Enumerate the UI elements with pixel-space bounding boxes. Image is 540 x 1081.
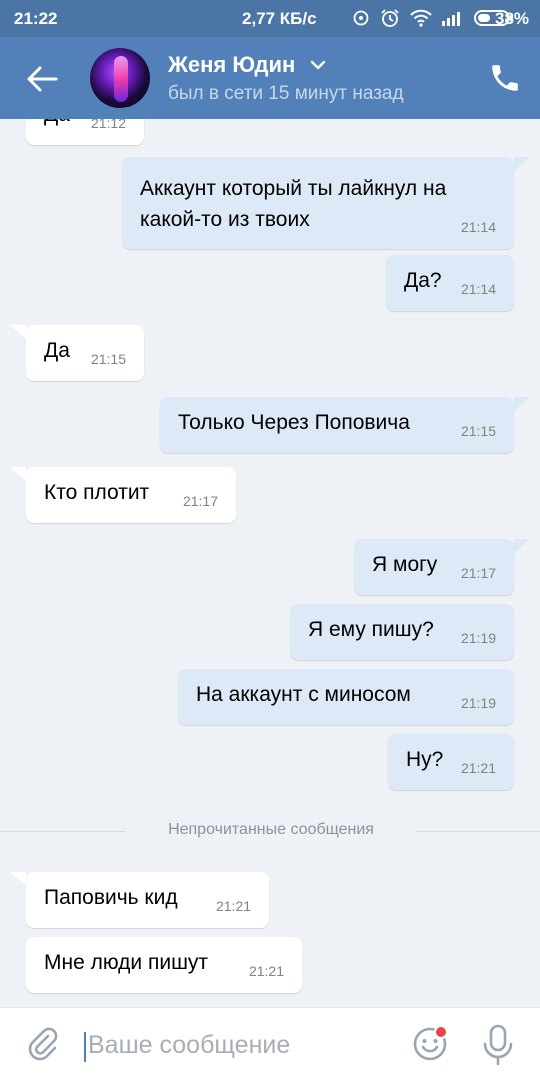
message-time: 21:14 — [460, 281, 496, 297]
message-time: 21:12 — [90, 119, 126, 131]
message-input[interactable]: Ваше сообщение — [88, 1031, 290, 1060]
message-text: Да — [44, 339, 70, 362]
text-cursor — [84, 1032, 86, 1062]
message-time: 21:19 — [460, 695, 496, 711]
message-incoming[interactable]: Кто плотит 21:17 — [26, 467, 236, 523]
message-incoming[interactable]: Паповичь кид 21:21 — [26, 872, 269, 928]
signal-icon — [442, 12, 460, 26]
composer-bar: Ваше сообщение — [0, 1007, 540, 1081]
presence-status: был в сети 15 минут назад — [168, 83, 404, 104]
message-time: 21:21 — [248, 963, 284, 979]
avatar[interactable] — [90, 48, 150, 108]
battery-percent: 38% — [495, 9, 530, 28]
unread-divider: Непрочитанные сообщения — [0, 819, 540, 843]
bubble-tail — [10, 325, 26, 339]
message-time: 21:19 — [460, 630, 496, 646]
bubble-tail — [514, 157, 530, 171]
status-icons — [352, 7, 514, 29]
chevron-down-icon[interactable] — [310, 59, 326, 71]
message-outgoing[interactable]: Аккаунт который ты лайкнул на какой-то и… — [122, 157, 514, 249]
message-outgoing[interactable]: Я могу 21:17 — [354, 539, 514, 595]
message-incoming[interactable]: Да 21:15 — [26, 325, 144, 381]
microphone-icon[interactable] — [482, 1024, 514, 1066]
chat-header: Женя Юдин был в сети 15 минут назад — [0, 37, 540, 119]
message-outgoing[interactable]: Только Через Поповича 21:15 — [160, 397, 514, 453]
message-outgoing[interactable]: Я ему пишу? 21:19 — [290, 604, 514, 660]
message-text: Да? — [404, 269, 442, 292]
phone-icon[interactable] — [488, 61, 522, 95]
notification-dot — [434, 1025, 448, 1039]
message-list[interactable]: Да 21:12 Аккаунт который ты лайкнул на к… — [0, 119, 540, 1007]
alarm-icon — [381, 9, 399, 27]
unread-divider-label: Непрочитанные сообщения — [168, 821, 374, 838]
status-time: 21:22 — [14, 9, 58, 28]
status-bar: 21:22 2,77 КБ/с 38% — [0, 0, 540, 37]
bubble-tail — [10, 467, 26, 481]
message-incoming[interactable]: Да 21:12 — [26, 119, 144, 145]
sync-icon — [353, 10, 369, 26]
paperclip-icon[interactable] — [26, 1027, 60, 1061]
contact-name[interactable]: Женя Юдин — [168, 52, 295, 78]
bubble-tail — [514, 397, 530, 411]
message-outgoing[interactable]: Да? 21:14 — [386, 255, 514, 311]
message-text: Только Через Поповича — [178, 411, 410, 434]
message-text: Ну? — [406, 748, 444, 771]
message-text: Кто плотит — [44, 481, 150, 504]
message-text: Паповичь кид — [44, 886, 178, 909]
message-text: На аккаунт с миносом — [196, 683, 411, 706]
message-incoming[interactable]: Мне люди пишут 21:21 — [26, 937, 302, 993]
message-text: Мне люди пишут — [44, 951, 209, 974]
message-time: 21:14 — [460, 219, 496, 235]
message-text: Да — [44, 119, 70, 127]
message-time: 21:15 — [90, 351, 126, 367]
message-time: 21:21 — [215, 898, 251, 914]
message-text: Аккаунт который ты лайкнул на какой-то и… — [140, 177, 447, 231]
message-time: 21:17 — [460, 565, 496, 581]
message-text: Я могу — [372, 553, 438, 576]
network-speed: 2,77 КБ/с — [242, 9, 317, 28]
bubble-tail — [514, 539, 530, 553]
wifi-icon — [410, 9, 432, 27]
message-outgoing[interactable]: На аккаунт с миносом 21:19 — [178, 669, 514, 725]
message-time: 21:17 — [182, 493, 218, 509]
message-text: Я ему пишу? — [308, 618, 434, 641]
message-time: 21:15 — [460, 423, 496, 439]
message-outgoing[interactable]: Ну? 21:21 — [388, 734, 514, 790]
bubble-tail — [10, 872, 26, 886]
back-arrow-icon[interactable] — [24, 61, 60, 97]
message-time: 21:21 — [460, 760, 496, 776]
